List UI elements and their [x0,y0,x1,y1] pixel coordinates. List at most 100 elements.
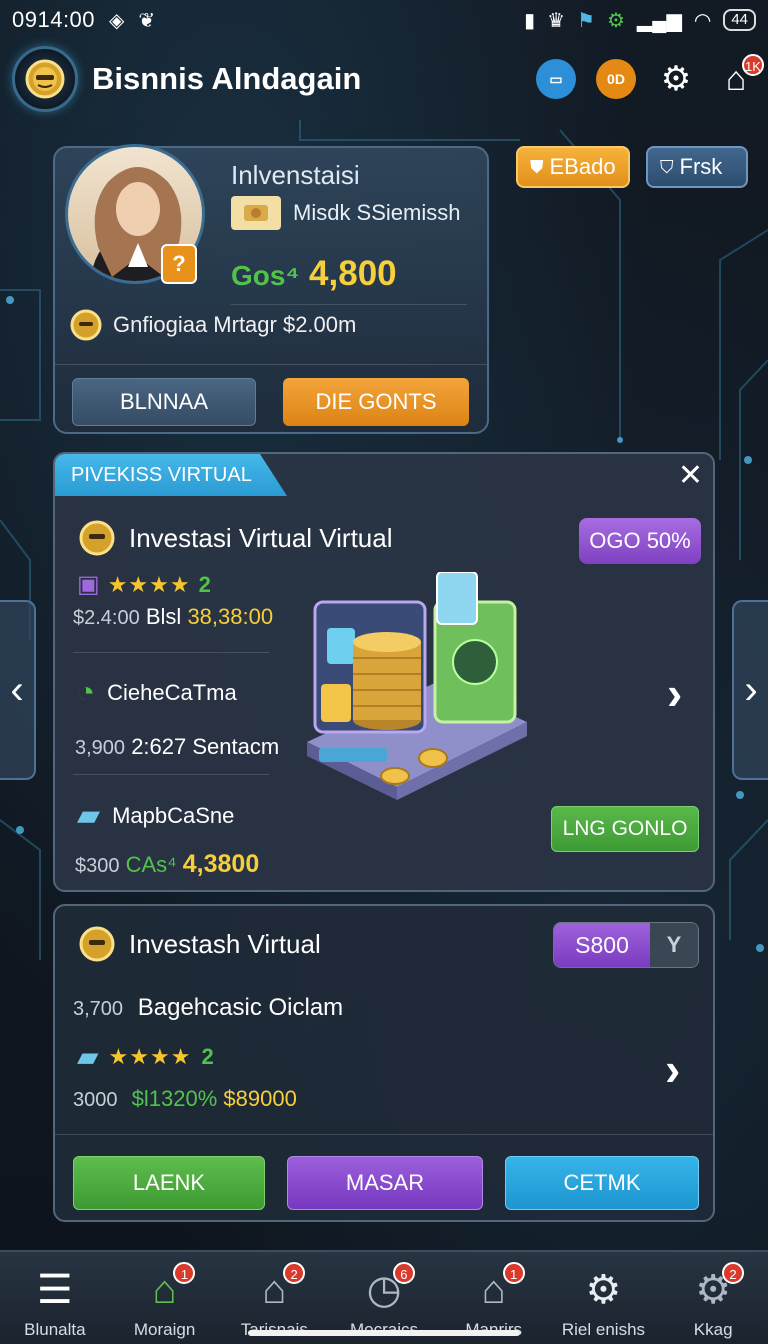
card-title: Investash Virtual [129,928,321,959]
notifications-button[interactable]: ⌂ 1K [716,53,764,99]
panel-action-button[interactable]: LNG GONLO [551,806,699,852]
card-line: 3,700 Bagehcasic Oiclam [73,994,343,1022]
amount-value: 4,800 [309,254,397,293]
rating-row: ▰ ★★★★ 2 [77,1040,214,1073]
wifi-icon: ◠ [693,9,712,32]
gear-icon: ⚙ [585,1268,622,1312]
rating-row: ▣ ★★★★ 2 [77,570,211,599]
signal-icon: ▂▄▆ [636,9,682,32]
nav-badge: 1 [173,1262,196,1284]
nav-item-kkag[interactable]: ⚙ 2 Kkag [658,1252,768,1344]
status-bar: 0914:00 ◈ ❦ ▮ ♛ ⚑ ⚙ ▂▄▆ ◠ 44 [0,0,768,40]
card-next-button[interactable]: › [665,1042,680,1096]
list-item[interactable]: ▰ MapbCaSne [77,798,234,833]
card-line-text: Bagehcasic Oiclam [137,994,344,1021]
price-value: 38,38:00 [187,604,274,629]
item-desc-dim: $300 [75,855,120,877]
panel-title: Investasi Virtual Virtual [129,522,393,553]
profile-left-button[interactable]: BLNNAA [72,378,256,426]
wallet-icon [231,196,281,230]
orange-pill-button[interactable]: ⛊ EBado [516,146,630,188]
coins-button[interactable]: 0D [596,59,636,99]
battery-indicator: 44 [723,9,756,31]
amount-dim: 3000 [73,1089,118,1111]
gear-face-icon [25,59,65,99]
leaf-icon: ❦ [138,9,156,32]
bottle-icon: ▮ [524,9,536,32]
nav-label: Moraign [133,1320,196,1339]
price-selector[interactable]: S800 Y [553,922,699,968]
price-row: $2.4:00 Blsl 38,38:00 [73,604,273,630]
list-item[interactable]: ◔ CieheCaTma [77,676,237,710]
blue-pill-label: Frsk [679,154,723,179]
amount-prefix: Gos⁴ [231,260,300,291]
nav-label: Blunalta [24,1320,86,1339]
item-title: CieheCaTma [107,680,237,705]
profile-subtitle: Misdk SSiemissh [293,200,461,225]
star-rating: ★★★★ [107,571,191,597]
price-toggle[interactable]: Y [650,923,698,967]
card-icon: ▰ [77,1041,99,1072]
item-desc-green: CAs⁴ [125,852,177,877]
chevron-right-icon: › [744,667,758,712]
profile-meta-text: Gnfiogiaa Mrtagr $2.00m [113,312,357,337]
panel-tab[interactable]: PIVEKISS VIRTUAL [55,454,287,496]
blue-action-button[interactable]: CETMK [505,1156,699,1210]
close-icon: ✕ [677,459,703,492]
card-line-dim: 3,700 [73,998,124,1020]
chart-icon: ◔ [77,676,96,709]
amount-gold: $89000 [223,1086,297,1111]
purple-action-button[interactable]: MASAR [287,1156,483,1210]
green-action-button[interactable]: LAENK [73,1156,265,1210]
chevron-left-icon: ‹ [10,667,24,712]
price-label: Blsl [145,604,182,629]
nav-item-moraign[interactable]: ⌂ 1 Moraign [110,1252,220,1344]
nav-badge: 1 [502,1262,525,1284]
help-badge[interactable]: ? [161,244,197,284]
nav-badge: 2 [283,1262,306,1284]
chevron-right-icon: › [665,1043,681,1095]
nav-label: Riel enishs [561,1320,646,1339]
flag-icon: ⚑ [577,9,595,32]
star-rating: ★★★★ [108,1043,192,1069]
divider [73,774,269,775]
nav-item-blunalta[interactable]: ☰ Blunalta [0,1252,110,1344]
gear-face-icon [79,926,115,962]
rating-number: 2 [201,1043,214,1069]
screen-button[interactable]: ▭ [536,59,576,99]
nav-item-riel-enishs[interactable]: ⚙ Riel enishs [549,1252,659,1344]
app-logo[interactable] [12,46,78,112]
blue-pill-button[interactable]: ⛉ Frsk [646,146,748,188]
nav-badge: 6 [392,1262,415,1284]
next-item-button[interactable]: › [667,666,682,720]
item-desc: 3,900 2:627 Sentacm [75,734,279,760]
divider [55,1134,713,1135]
diamond-icon: ◈ [109,9,125,32]
app-title: Bisnnis Alndagain [92,61,362,96]
panel-title-row: Investasi Virtual Virtual [77,518,393,558]
home-indicator[interactable] [248,1330,520,1336]
price-value: S800 [554,923,650,967]
menu-icon: ☰ [36,1268,73,1312]
shield-icon: ⛉ [660,156,674,177]
nav-badge: 2 [722,1262,745,1284]
gear-face-icon [70,309,102,341]
item-desc: $300 CAs⁴ 4,3800 [75,850,259,879]
investment-illustration [307,572,527,800]
item-desc-gold: 4,3800 [182,850,260,878]
profile-subtitle-row: Misdk SSiemissh [231,196,460,230]
percent-badge[interactable]: OGO 50% [579,518,701,564]
app-header: Bisnnis Alndagain ▭ 0D ⚙ ⌂ 1K [0,42,768,116]
nav-label: Kkag [693,1320,733,1339]
close-button[interactable]: ✕ [678,458,703,493]
rating-number: 2 [198,571,211,597]
settings-button[interactable]: ⚙ [656,59,696,99]
prev-arrow-button[interactable]: ‹ [0,600,36,780]
gear-icon: ⚙ [660,60,692,98]
next-arrow-button[interactable]: › [732,600,768,780]
investment-card: Investash Virtual S800 Y 3,700 Bagehcasi… [53,904,715,1222]
profile-right-button[interactable]: DIE GONTS [283,378,469,426]
divider [73,652,269,653]
chevron-right-icon: › [667,667,683,719]
divider [231,304,467,305]
